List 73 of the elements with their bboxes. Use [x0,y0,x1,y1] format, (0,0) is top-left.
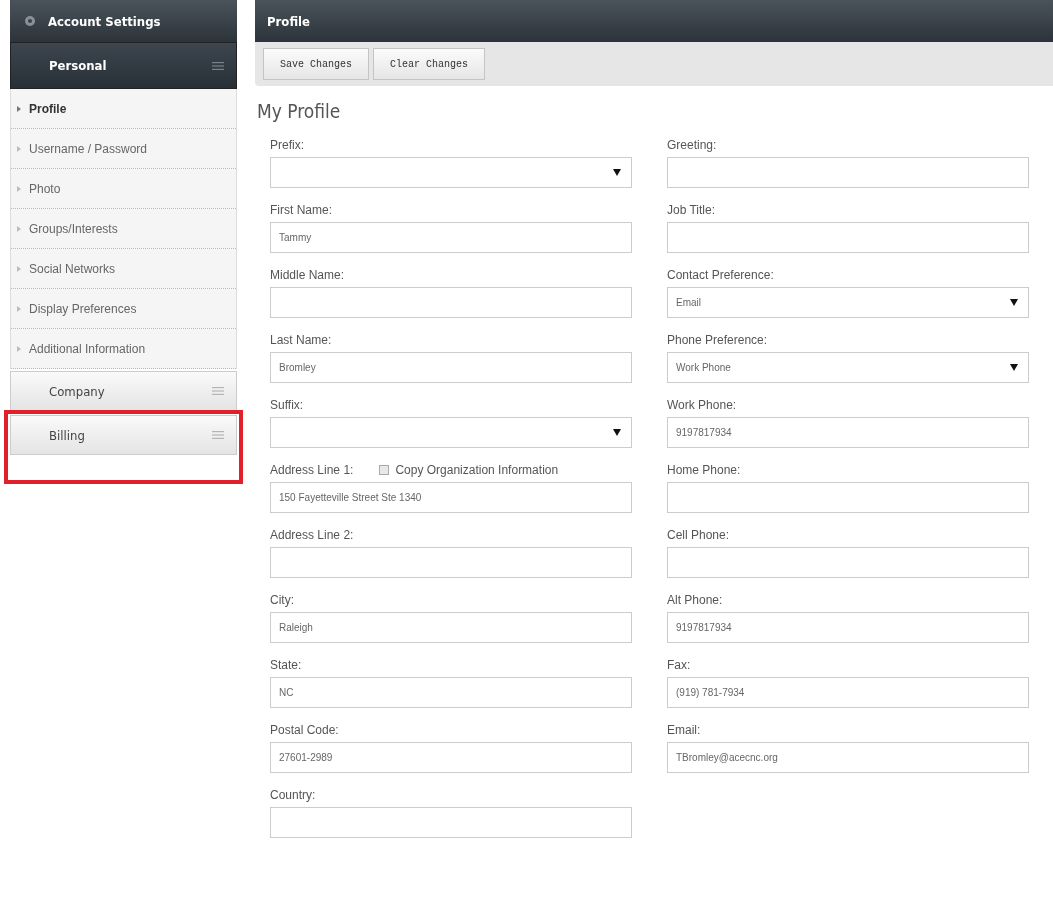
triangle-icon [17,105,21,112]
input-field[interactable]: Bromley [270,352,632,383]
grip-icon [212,61,224,70]
triangle-icon [17,185,21,192]
input-field[interactable]: NC [270,677,632,708]
input-field[interactable]: 27601-2989 [270,742,632,773]
section-header[interactable]: Personal [10,42,237,89]
sidebar-item[interactable]: Display Preferences [11,289,236,329]
sidebar-item[interactable]: Username / Password [11,129,236,169]
input-field[interactable] [667,222,1029,253]
input-field[interactable] [270,807,632,838]
field-label: Email: [667,723,701,737]
input-field[interactable]: 9197817934 [667,612,1029,643]
input-field[interactable]: TBromley@acecnc.org [667,742,1029,773]
page-title: Profile [267,13,310,29]
sidebar-title: Account Settings [48,13,161,29]
input-field[interactable] [270,547,632,578]
toolbar-button[interactable]: Clear Changes [373,48,486,80]
field-label: Home Phone: [667,463,741,477]
input-field[interactable]: Tammy [270,222,632,253]
field-label: State: [270,658,302,672]
field-label: Alt Phone: [667,593,723,607]
sidebar-item[interactable]: Groups/Interests [11,209,236,249]
sidebar-item[interactable]: Social Networks [11,249,236,289]
field-label: Fax: [667,658,691,672]
section-heading: My Profile [257,100,342,122]
field-label: Middle Name: [270,268,345,282]
field-label: First Name: [270,203,332,217]
field-label: Suffix: [270,398,304,412]
caret-icon [613,429,621,436]
field-label: Address Line 2: [270,528,354,542]
caret-icon [1010,299,1018,306]
copy-checkbox[interactable]: Copy Organization Information [379,463,559,477]
gear-icon [24,15,36,27]
input-field[interactable]: 9197817934 [667,417,1029,448]
sidebar-item[interactable]: Photo [11,169,236,209]
caret-icon [1010,364,1018,371]
field-label: Country: [270,788,316,802]
field-label: Work Phone: [667,398,737,412]
section-header[interactable]: Company [10,371,237,411]
select-field[interactable] [270,157,632,188]
grip-icon [212,387,224,395]
field-label: Last Name: [270,333,332,347]
sidebar-item[interactable]: Additional Information [11,329,236,369]
field-label: Prefix: [270,138,304,152]
input-field[interactable] [667,547,1029,578]
input-field[interactable] [270,287,632,318]
sidebar-item[interactable]: Profile [11,89,236,129]
triangle-icon [17,305,21,312]
toolbar-button[interactable]: Save Changes [263,48,369,80]
section-header[interactable]: Billing [10,415,237,455]
field-label: Greeting: [667,138,717,152]
input-field[interactable] [667,157,1029,188]
field-label: Contact Preference: [667,268,774,282]
triangle-icon [17,145,21,152]
triangle-icon [17,345,21,352]
field-label: Cell Phone: [667,528,730,542]
field-label: Address Line 1: [270,463,354,477]
field-label: Phone Preference: [667,333,768,347]
input-field[interactable]: (919) 781-7934 [667,677,1029,708]
input-field[interactable]: Raleigh [270,612,632,643]
caret-icon [613,169,621,176]
select-field[interactable]: Email [667,287,1029,318]
field-label: Postal Code: [270,723,339,737]
field-label: City: [270,593,294,607]
field-label: Job Title: [667,203,716,217]
select-field[interactable]: Work Phone [667,352,1029,383]
triangle-icon [17,225,21,232]
select-field[interactable] [270,417,632,448]
triangle-icon [17,265,21,272]
input-field[interactable] [667,482,1029,513]
grip-icon [212,431,224,439]
input-field[interactable]: 150 Fayetteville Street Ste 1340 [270,482,632,513]
